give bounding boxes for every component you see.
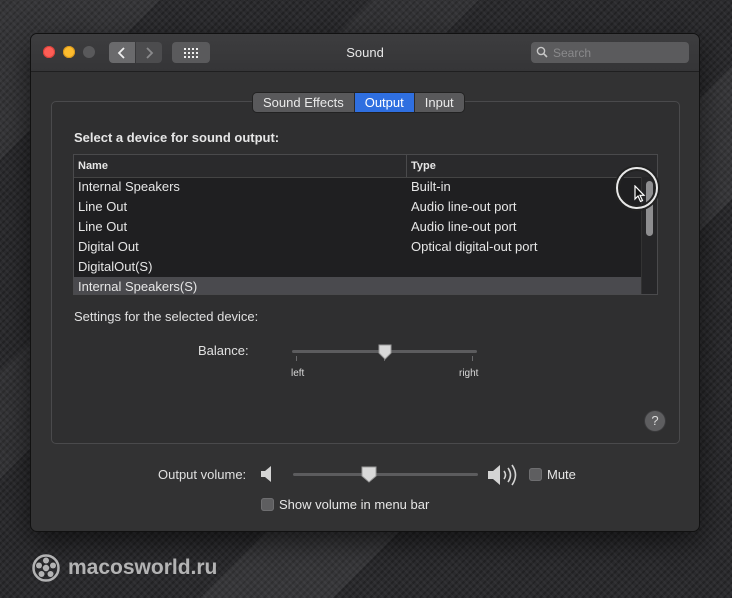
device-type: Audio line-out port bbox=[411, 199, 517, 214]
output-volume-slider[interactable] bbox=[293, 466, 478, 486]
device-name: Internal Speakers bbox=[78, 179, 180, 194]
table-row-selected[interactable]: Internal Speakers(S) bbox=[74, 277, 642, 294]
table-row[interactable]: DigitalOut(S) bbox=[74, 257, 642, 277]
search-field[interactable] bbox=[531, 42, 689, 63]
pointer-cursor-icon bbox=[634, 185, 646, 203]
watermark: macosworld.ru bbox=[32, 554, 217, 582]
device-type: Optical digital-out port bbox=[411, 239, 538, 254]
table-row[interactable]: Line Out Audio line-out port bbox=[74, 217, 642, 237]
speaker-low-icon bbox=[261, 466, 271, 482]
tab-bar: Sound Effects Output Input bbox=[253, 93, 464, 112]
device-type: Audio line-out port bbox=[411, 219, 517, 234]
device-name: Internal Speakers(S) bbox=[78, 279, 198, 294]
balance-right-label: right bbox=[459, 368, 479, 379]
watermark-logo bbox=[32, 554, 60, 582]
speaker-high-icon bbox=[488, 464, 517, 486]
balance-slider[interactable] bbox=[292, 342, 477, 372]
device-name: Line Out bbox=[78, 219, 128, 234]
output-device-table: Name Type Internal Speakers Built-in Lin… bbox=[73, 154, 658, 295]
table-header: Name Type bbox=[74, 155, 657, 178]
balance-slider-knob[interactable] bbox=[378, 344, 392, 360]
help-button[interactable]: ? bbox=[645, 411, 665, 431]
device-name: Digital Out bbox=[78, 239, 139, 254]
column-divider[interactable] bbox=[406, 155, 407, 177]
output-volume-label: Output volume: bbox=[158, 467, 247, 482]
table-row[interactable]: Line Out Audio line-out port bbox=[74, 197, 642, 217]
title-bar: Sound bbox=[31, 34, 699, 72]
tab-sound-effects[interactable]: Sound Effects bbox=[253, 93, 355, 112]
device-list-heading: Select a device for sound output: bbox=[74, 130, 280, 145]
tab-input[interactable]: Input bbox=[414, 93, 464, 112]
mute-label[interactable]: Mute bbox=[547, 467, 576, 482]
show-volume-label[interactable]: Show volume in menu bar bbox=[279, 497, 429, 512]
search-icon bbox=[536, 46, 548, 58]
balance-tick-left bbox=[296, 356, 297, 361]
device-type: Built-in bbox=[411, 179, 451, 194]
column-header-name[interactable]: Name bbox=[78, 160, 108, 172]
sound-preferences-window: Sound Sound Effects Output Input Select … bbox=[31, 34, 699, 531]
settings-label: Settings for the selected device: bbox=[74, 309, 259, 324]
volume-slider-knob[interactable] bbox=[361, 466, 377, 483]
column-header-type[interactable]: Type bbox=[411, 160, 436, 172]
tab-output[interactable]: Output bbox=[354, 93, 415, 112]
watermark-text: macosworld.ru bbox=[68, 556, 218, 579]
search-input[interactable] bbox=[551, 44, 685, 62]
volume-slider-track[interactable] bbox=[293, 473, 478, 476]
balance-left-label: left bbox=[291, 368, 305, 379]
show-volume-checkbox[interactable] bbox=[261, 498, 274, 511]
balance-label: Balance: bbox=[198, 343, 249, 358]
table-row[interactable]: Digital Out Optical digital-out port bbox=[74, 237, 642, 257]
balance-tick-right bbox=[472, 356, 473, 361]
device-name: DigitalOut(S) bbox=[78, 259, 153, 274]
table-row[interactable]: Internal Speakers Built-in bbox=[74, 177, 642, 197]
mute-checkbox[interactable] bbox=[529, 468, 542, 481]
device-name: Line Out bbox=[78, 199, 128, 214]
